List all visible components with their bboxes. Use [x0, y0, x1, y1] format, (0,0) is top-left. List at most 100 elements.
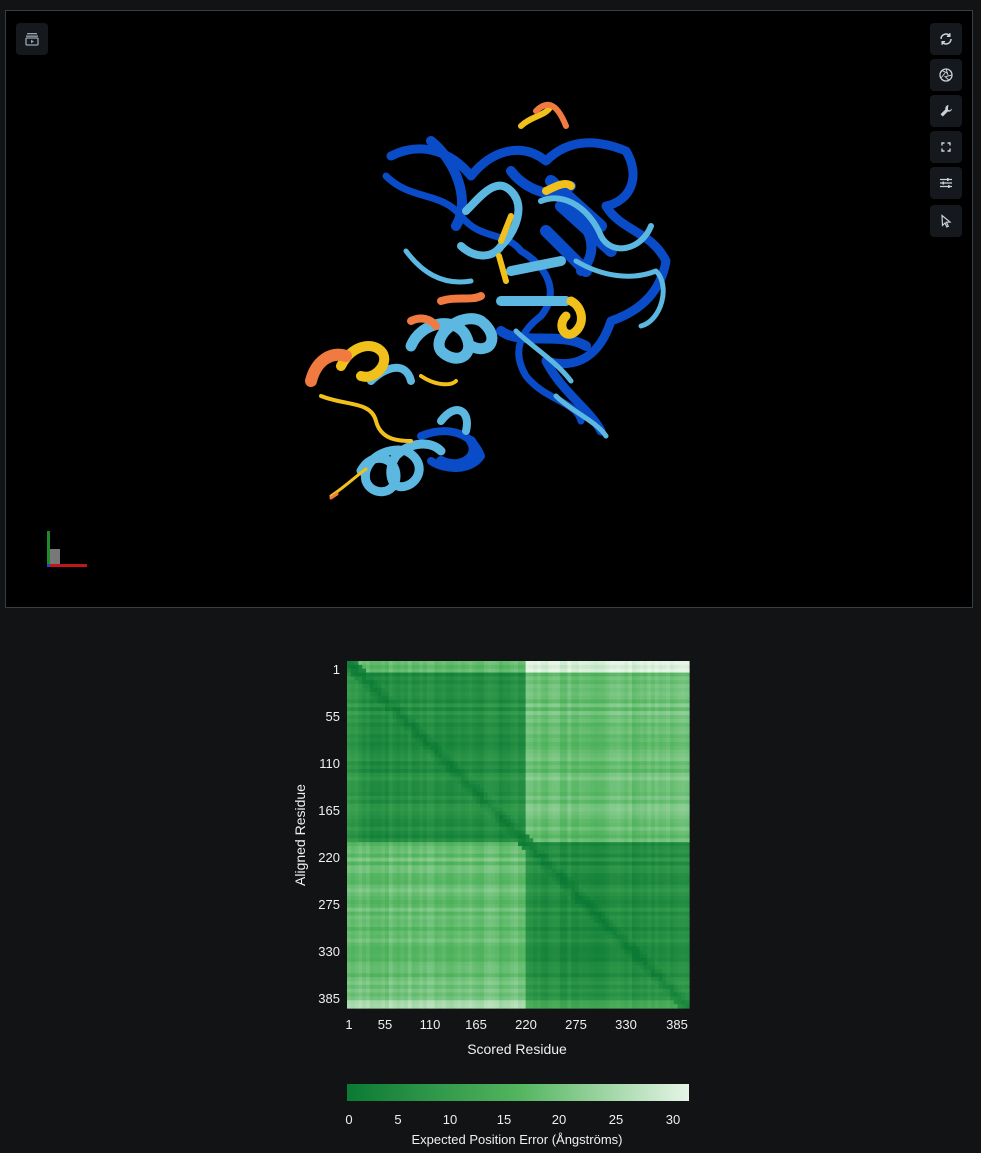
heatmap-cell: [643, 718, 648, 724]
heatmap-cell: [654, 799, 660, 805]
heatmap-cell: [385, 687, 390, 693]
heatmap-cell: [567, 842, 572, 847]
heatmap-cell: [445, 772, 451, 778]
pae-plot-panel: 1 55 110 165 220 275 330 385 1 55 110 165 220 275 330…: [0, 608, 981, 1153]
heatmap-cell: [658, 707, 663, 712]
heatmap-cell: [388, 684, 394, 689]
heatmap-cell: [654, 834, 660, 839]
heatmap-cell: [419, 699, 424, 705]
heatmap-cell: [457, 842, 462, 847]
heatmap-cell: [662, 699, 667, 705]
heatmap-cell: [373, 861, 378, 866]
heatmap-cell: [616, 842, 622, 847]
heatmap-cell: [434, 765, 439, 770]
heatmap-cell: [392, 687, 397, 693]
heatmap-cell: [358, 842, 363, 847]
heatmap-cell: [358, 849, 363, 855]
heatmap-cell: [423, 680, 428, 685]
heatmap-cell: [350, 695, 356, 701]
heatmap-cell: [518, 672, 523, 678]
heatmap-cell: [525, 772, 530, 778]
heatmap-cell: [666, 807, 671, 812]
heatmap-cell: [681, 772, 686, 778]
heatmap-cell: [396, 722, 401, 728]
heatmap-cell: [373, 776, 378, 782]
heatmap-cell: [442, 834, 447, 839]
heatmap-cell: [567, 672, 572, 678]
heatmap-cell: [537, 857, 542, 863]
heatmap-cell: [483, 826, 489, 832]
heatmap-cell: [483, 722, 489, 728]
heatmap-cell: [480, 784, 485, 789]
heatmap-cell: [518, 680, 523, 685]
heatmap-cell: [491, 714, 496, 720]
heatmap-cell: [483, 792, 489, 797]
heatmap-cell: [499, 661, 504, 666]
heatmap-cell: [529, 776, 534, 782]
heatmap-cell: [373, 865, 378, 870]
heatmap-cell: [487, 734, 492, 739]
pae-heatmap-chart[interactable]: 155110165220275330385 1 55 110 165 220 275 330…: [0, 608, 981, 1153]
heatmap-cell: [639, 772, 644, 778]
heatmap-cell: [620, 826, 625, 832]
heatmap-cell: [358, 857, 363, 863]
heatmap-cell: [407, 711, 413, 716]
heatmap-cell: [632, 757, 637, 762]
heatmap-cell: [670, 842, 675, 847]
heatmap-cell: [415, 691, 420, 697]
pae-heatmap[interactable]: [347, 661, 690, 1009]
heatmap-cell: [434, 734, 439, 739]
heatmap-cell: [423, 730, 428, 735]
heatmap-cell: [616, 668, 622, 674]
heatmap-cell: [347, 815, 352, 820]
heatmap-cell: [366, 834, 371, 839]
heatmap-cell: [529, 807, 534, 812]
heatmap-cell: [358, 718, 363, 724]
heatmap-cell: [419, 803, 424, 809]
heatmap-cell: [575, 726, 580, 731]
heatmap-cell: [639, 784, 644, 789]
heatmap-cell: [635, 684, 641, 689]
heatmap-cell: [514, 711, 519, 716]
heatmap-cell: [670, 730, 675, 735]
heatmap-cell: [544, 807, 549, 812]
heatmap-cell: [457, 788, 462, 793]
protein-structure-render[interactable]: [6, 11, 972, 607]
heatmap-cell: [529, 668, 534, 674]
heatmap-cell: [666, 726, 671, 731]
heatmap-cell: [586, 795, 591, 801]
heatmap-cell: [639, 726, 644, 731]
heatmap-cell: [575, 676, 580, 681]
heatmap-cell: [548, 849, 553, 855]
structure-viewer[interactable]: [5, 10, 973, 608]
heatmap-cell: [620, 780, 625, 785]
heatmap-cell: [685, 772, 690, 778]
heatmap-cell: [548, 807, 553, 812]
heatmap-cell: [396, 772, 401, 778]
heatmap-cell: [605, 784, 610, 789]
heatmap-cell: [594, 846, 599, 851]
heatmap-cell: [639, 865, 644, 870]
heatmap-cell: [430, 776, 435, 782]
heatmap-cell: [624, 857, 629, 863]
heatmap-cell: [685, 672, 690, 678]
heatmap-cell: [476, 741, 481, 747]
heatmap-cell: [540, 738, 546, 743]
heatmap-cell: [499, 849, 504, 855]
heatmap-cell: [518, 784, 523, 789]
heatmap-cell: [449, 699, 454, 705]
heatmap-cell: [529, 784, 534, 789]
heatmap-cell: [575, 687, 580, 693]
heatmap-cell: [400, 826, 405, 832]
heatmap-cell: [499, 799, 504, 805]
heatmap-cell: [487, 842, 492, 847]
heatmap-cell: [605, 711, 610, 716]
heatmap-cell: [559, 761, 565, 766]
heatmap-cell: [499, 761, 504, 766]
heatmap-cell: [575, 788, 580, 793]
heatmap-cell: [502, 784, 508, 789]
heatmap-cell: [514, 664, 519, 670]
heatmap-cell: [601, 826, 606, 832]
heatmap-cell: [601, 687, 606, 693]
heatmap-cell: [525, 699, 530, 705]
